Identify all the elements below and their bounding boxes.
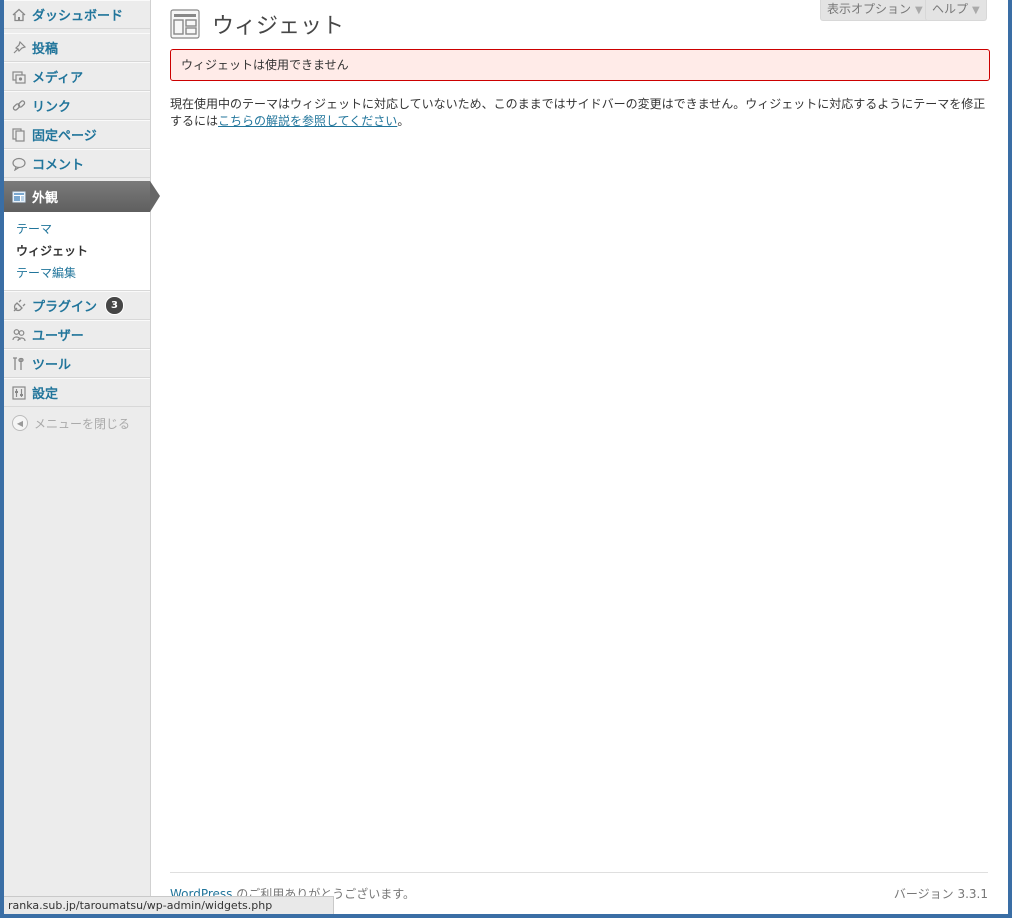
collapse-menu-button[interactable]: ◀ メニューを閉じる xyxy=(4,407,150,439)
menu-label: 固定ページ xyxy=(32,129,97,144)
help-label: ヘルプ xyxy=(932,2,969,16)
appearance-submenu: テーマ ウィジェット テーマ編集 xyxy=(4,212,150,291)
page-title: ウィジェット xyxy=(170,8,344,40)
menu-label: 外観 xyxy=(32,191,59,206)
menu-label: 設定 xyxy=(32,387,59,402)
menu-label: コメント xyxy=(32,158,85,173)
menu-media[interactable]: メディア xyxy=(4,62,150,91)
dropdown-arrow-icon: ▼ xyxy=(972,5,980,16)
page-heading: ウィジェット xyxy=(212,14,345,39)
menu-appearance[interactable]: 外観 xyxy=(4,181,160,212)
browser-status-bar: ranka.sub.jp/taroumatsu/wp-admin/widgets… xyxy=(4,896,334,914)
browser-frame: ダッシュボード 投稿 メディア リンク 固定ページ コメント 外観 テーマ ウィ… xyxy=(4,0,1008,914)
collapse-arrow-icon: ◀ xyxy=(12,415,28,431)
appearance-icon xyxy=(12,190,26,204)
menu-label: メディア xyxy=(32,71,84,86)
widgets-icon xyxy=(170,9,200,39)
settings-icon xyxy=(12,385,26,400)
help-button[interactable]: ヘルプ ▼ xyxy=(925,0,987,21)
menu-label: ツール xyxy=(32,358,72,373)
menu-label: リンク xyxy=(32,100,72,115)
notice-end: 。 xyxy=(397,114,410,128)
main-content: ウィジェット 表示オプション ▼ ヘルプ ▼ ウィジェットは使用できません 現在使用… xyxy=(170,0,992,914)
menu-posts[interactable]: 投稿 xyxy=(4,33,150,62)
home-icon xyxy=(12,8,26,22)
notice-paragraph: 現在使用中のテーマはウィジェットに対応していないため、このままではサイドバーの変… xyxy=(170,96,992,130)
comment-icon xyxy=(12,157,26,171)
plugin-update-badge: 3 xyxy=(105,296,125,315)
media-icon xyxy=(12,70,26,84)
pin-icon xyxy=(12,40,26,55)
menu-comments[interactable]: コメント xyxy=(4,149,150,178)
help-guide-link[interactable]: こちらの解説を参照してください xyxy=(218,114,397,128)
menu-label: プラグイン xyxy=(32,300,98,315)
admin-sidebar: ダッシュボード 投稿 メディア リンク 固定ページ コメント 外観 テーマ ウィ… xyxy=(4,0,160,914)
menu-users[interactable]: ユーザー xyxy=(4,320,150,349)
submenu-widgets[interactable]: ウィジェット xyxy=(4,240,150,262)
error-message: ウィジェットは使用できません xyxy=(170,49,990,81)
menu-dashboard[interactable]: ダッシュボード xyxy=(4,0,150,29)
tools-icon xyxy=(12,356,26,371)
menu-settings[interactable]: 設定 xyxy=(4,378,150,407)
menu-label: ダッシュボード xyxy=(32,9,124,24)
screen-options-button[interactable]: 表示オプション ▼ xyxy=(820,0,930,21)
dropdown-arrow-icon: ▼ xyxy=(915,5,923,16)
menu-tools[interactable]: ツール xyxy=(4,349,150,378)
link-icon xyxy=(12,99,26,113)
menu-plugins[interactable]: プラグイン 3 xyxy=(4,291,150,320)
screen-options-label: 表示オプション xyxy=(827,2,912,16)
menu-pages[interactable]: 固定ページ xyxy=(4,120,150,149)
pages-icon xyxy=(12,127,26,142)
version-text: バージョン 3.3.1 xyxy=(893,887,988,901)
menu-label: 投稿 xyxy=(32,42,59,57)
menu-label: ユーザー xyxy=(32,329,84,344)
menu-links[interactable]: リンク xyxy=(4,91,150,120)
submenu-theme-editor[interactable]: テーマ編集 xyxy=(4,262,150,284)
collapse-menu-label: メニューを閉じる xyxy=(34,416,131,431)
submenu-themes[interactable]: テーマ xyxy=(4,218,150,240)
users-icon xyxy=(12,328,26,342)
plug-icon xyxy=(12,299,26,313)
